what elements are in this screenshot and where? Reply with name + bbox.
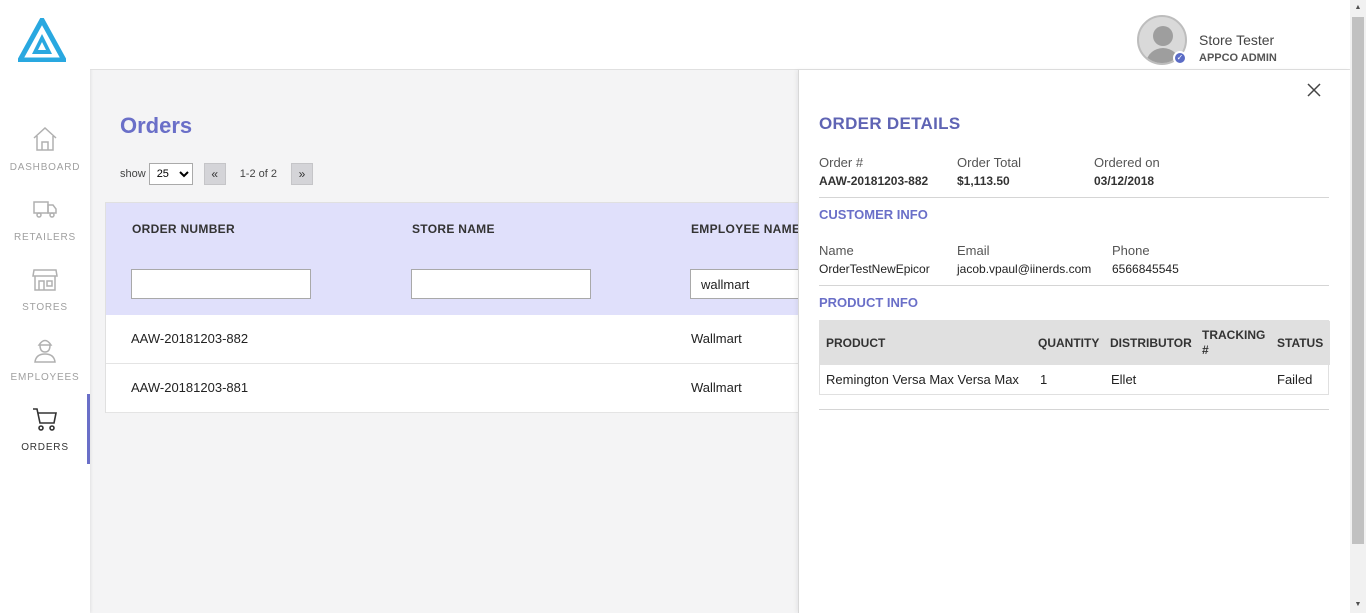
home-icon [33,126,57,151]
sidebar-item-orders[interactable]: ORDERS [0,394,90,474]
sidebar-item-retailers[interactable]: RETAILERS [0,194,90,264]
sidebar-item-label: DASHBOARD [9,162,81,173]
prev-page-button[interactable]: « [203,163,226,185]
sidebar-item-label: EMPLOYEES [10,372,80,383]
product-table-header: PRODUCT QUANTITY DISTRIBUTOR TRACKING # … [820,321,1330,365]
column-header-order-number[interactable]: ORDER NUMBER [132,222,235,236]
product-info-title: PRODUCT INFO [819,295,918,310]
sidebar: DASHBOARD RETAILERS STORES EMPLOYEES ORD… [0,0,90,613]
show-label: show [120,168,146,180]
close-icon[interactable] [1306,82,1322,98]
pagination: show 25 « 1-2 of 2 » [120,162,313,186]
divider [819,197,1329,198]
sidebar-item-employees[interactable]: EMPLOYEES [0,334,90,404]
employee-name-cell: Wallmart [691,380,742,395]
employee-name-filter[interactable] [690,269,806,299]
customer-phone-value: 6566845545 [1112,262,1179,276]
page-size-select[interactable]: 25 [148,163,193,185]
column-header-distributor: DISTRIBUTOR [1110,336,1192,350]
ordered-on-value: 03/12/2018 [1094,174,1155,188]
column-header-quantity: QUANTITY [1038,336,1100,350]
sidebar-item-label: RETAILERS [13,232,77,243]
order-number-value: AAW-20181203-882 [819,174,929,188]
employee-icon [34,339,56,363]
order-number-cell: AAW-20181203-881 [131,380,249,395]
orders-table: ORDER NUMBER STORE NAME EMPLOYEE NAME AA… [105,202,806,413]
order-total-value: $1,113.50 [957,174,1010,188]
table-row[interactable]: AAW-20181203-882 Wallmart [106,315,806,364]
store-icon [32,269,58,291]
customer-name-label: Name [819,243,854,258]
order-number-label: Order # [819,155,864,170]
status-cell: Failed [1277,372,1313,387]
distributor-cell: Ellet [1111,372,1137,387]
order-number-filter[interactable] [131,269,311,299]
customer-name-value: OrderTestNewEpicor [819,262,930,276]
order-total-label: Order Total [957,155,1022,170]
sidebar-item-stores[interactable]: STORES [0,264,90,334]
table-header: ORDER NUMBER STORE NAME EMPLOYEE NAME [106,203,806,315]
customer-info-title: CUSTOMER INFO [819,207,928,222]
store-name-filter[interactable] [411,269,591,299]
cart-icon [33,408,57,431]
divider [819,409,1329,410]
sidebar-item-label: ORDERS [21,442,69,453]
order-details-title: ORDER DETAILS [819,114,961,133]
scroll-up-arrow-icon[interactable]: ▲ [1350,0,1366,16]
truck-icon [33,201,57,218]
customer-email-value: jacob.vpaul@iinerds.com [957,262,1092,276]
employee-name-cell: Wallmart [691,331,742,346]
product-cell: Remington Versa Max Versa Max [826,372,1019,387]
sidebar-item-label: STORES [22,302,68,313]
user-role: APPCO ADMIN [1199,52,1277,64]
page-title: Orders [120,113,193,138]
next-page-button[interactable]: » [291,163,313,185]
quantity-cell: 1 [1040,372,1048,387]
divider [819,285,1329,286]
scrollbar-thumb[interactable] [1352,17,1364,544]
product-table: PRODUCT QUANTITY DISTRIBUTOR TRACKING # … [819,320,1330,395]
chevron-down-icon[interactable]: ✓ [1173,51,1187,65]
column-header-store-name[interactable]: STORE NAME [412,222,495,236]
customer-email-label: Email [957,243,990,258]
customer-phone-label: Phone [1112,243,1150,258]
sidebar-item-dashboard[interactable]: DASHBOARD [0,124,90,194]
page-range: 1-2 of 2 [239,168,277,180]
user-name: Store Tester [1199,32,1275,48]
column-header-employee-name[interactable]: EMPLOYEE NAME [691,222,800,236]
table-row[interactable]: AAW-20181203-881 Wallmart [106,364,806,413]
column-header-tracking: TRACKING # [1202,328,1266,357]
column-header-product: PRODUCT [826,336,886,350]
scroll-down-arrow-icon[interactable]: ▼ [1350,597,1366,613]
app-logo[interactable] [18,18,66,62]
ordered-on-label: Ordered on [1094,155,1160,170]
order-number-cell: AAW-20181203-882 [131,331,249,346]
column-header-status: STATUS [1277,336,1324,350]
